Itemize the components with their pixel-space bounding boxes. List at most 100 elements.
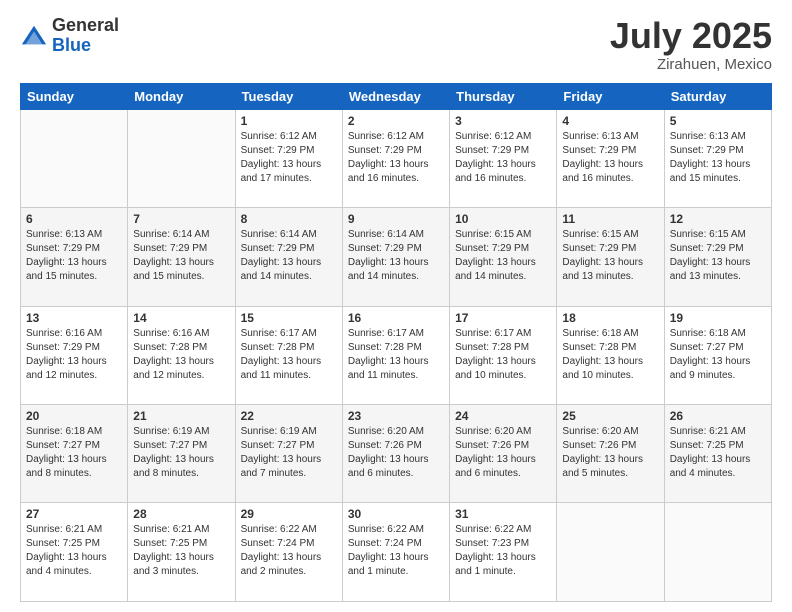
table-row: 17 Sunrise: 6:17 AM Sunset: 7:28 PM Dayli… — [450, 306, 557, 404]
day-number: 22 — [241, 409, 337, 423]
table-row: 2 Sunrise: 6:12 AM Sunset: 7:29 PM Daylig… — [342, 109, 449, 207]
calendar-week-row: 20 Sunrise: 6:18 AM Sunset: 7:27 PM Dayli… — [21, 405, 772, 503]
table-row: 29 Sunrise: 6:22 AM Sunset: 7:24 PM Dayli… — [235, 503, 342, 602]
table-row: 18Sunrise: 6:18 AM Sunset: 7:28 PM Dayli… — [557, 306, 664, 404]
header: General Blue July 2025 Zirahuen, Mexico — [20, 16, 772, 73]
day-info: Sunrise: 6:14 AM Sunset: 7:29 PM Dayligh… — [133, 228, 229, 284]
day-number: 19 — [670, 311, 766, 325]
day-number: 28 — [133, 507, 229, 521]
calendar-week-row: 1 Sunrise: 6:12 AM Sunset: 7:29 PM Daylig… — [21, 109, 772, 207]
calendar-week-row: 13Sunrise: 6:16 AM Sunset: 7:29 PM Dayli… — [21, 306, 772, 404]
table-row: 28 Sunrise: 6:21 AM Sunset: 7:25 PM Dayli… — [128, 503, 235, 602]
day-number: 11 — [562, 212, 658, 226]
col-saturday: Saturday — [664, 83, 771, 109]
day-number: 9 — [348, 212, 444, 226]
month-title: July 2025 — [610, 16, 772, 56]
day-info: Sunrise: 6:13 AM Sunset: 7:29 PM Dayligh… — [670, 130, 766, 186]
table-row: 22 Sunrise: 6:19 AM Sunset: 7:27 PM Dayli… — [235, 405, 342, 503]
day-info: Sunrise: 6:18 AM Sunset: 7:28 PM Dayligh… — [562, 327, 658, 383]
location-subtitle: Zirahuen, Mexico — [610, 56, 772, 73]
table-row: 31Sunrise: 6:22 AM Sunset: 7:23 PM Dayli… — [450, 503, 557, 602]
day-number: 30 — [348, 507, 444, 521]
day-number: 12 — [670, 212, 766, 226]
day-info: Sunrise: 6:12 AM Sunset: 7:29 PM Dayligh… — [348, 130, 444, 186]
table-row — [664, 503, 771, 602]
table-row: 5Sunrise: 6:13 AM Sunset: 7:29 PM Daylig… — [664, 109, 771, 207]
day-info: Sunrise: 6:20 AM Sunset: 7:26 PM Dayligh… — [455, 425, 551, 481]
day-number: 31 — [455, 507, 551, 521]
table-row: 20 Sunrise: 6:18 AM Sunset: 7:27 PM Dayli… — [21, 405, 128, 503]
day-info: Sunrise: 6:18 AM Sunset: 7:27 PM Dayligh… — [670, 327, 766, 383]
day-number: 29 — [241, 507, 337, 521]
table-row: 13Sunrise: 6:16 AM Sunset: 7:29 PM Dayli… — [21, 306, 128, 404]
table-row: 26Sunrise: 6:21 AM Sunset: 7:25 PM Dayli… — [664, 405, 771, 503]
day-info: Sunrise: 6:14 AM Sunset: 7:29 PM Dayligh… — [241, 228, 337, 284]
day-info: Sunrise: 6:17 AM Sunset: 7:28 PM Dayligh… — [455, 327, 551, 383]
table-row: 15 Sunrise: 6:17 AM Sunset: 7:28 PM Dayli… — [235, 306, 342, 404]
table-row: 9 Sunrise: 6:14 AM Sunset: 7:29 PM Daylig… — [342, 208, 449, 306]
page: General Blue July 2025 Zirahuen, Mexico … — [0, 0, 792, 612]
table-row: 7Sunrise: 6:14 AM Sunset: 7:29 PM Daylig… — [128, 208, 235, 306]
table-row: 11 Sunrise: 6:15 AM Sunset: 7:29 PM Dayli… — [557, 208, 664, 306]
day-info: Sunrise: 6:17 AM Sunset: 7:28 PM Dayligh… — [348, 327, 444, 383]
day-number: 13 — [26, 311, 122, 325]
day-number: 27 — [26, 507, 122, 521]
day-number: 6 — [26, 212, 122, 226]
day-number: 23 — [348, 409, 444, 423]
day-info: Sunrise: 6:20 AM Sunset: 7:26 PM Dayligh… — [562, 425, 658, 481]
table-row: 14 Sunrise: 6:16 AM Sunset: 7:28 PM Dayli… — [128, 306, 235, 404]
calendar-table: Sunday Monday Tuesday Wednesday Thursday… — [20, 83, 772, 602]
day-info: Sunrise: 6:14 AM Sunset: 7:29 PM Dayligh… — [348, 228, 444, 284]
day-info: Sunrise: 6:19 AM Sunset: 7:27 PM Dayligh… — [133, 425, 229, 481]
day-info: Sunrise: 6:21 AM Sunset: 7:25 PM Dayligh… — [26, 523, 122, 579]
table-row: 21Sunrise: 6:19 AM Sunset: 7:27 PM Dayli… — [128, 405, 235, 503]
logo-general: General — [52, 15, 119, 35]
day-info: Sunrise: 6:21 AM Sunset: 7:25 PM Dayligh… — [670, 425, 766, 481]
table-row — [128, 109, 235, 207]
calendar-week-row: 27 Sunrise: 6:21 AM Sunset: 7:25 PM Dayli… — [21, 503, 772, 602]
col-thursday: Thursday — [450, 83, 557, 109]
day-info: Sunrise: 6:13 AM Sunset: 7:29 PM Dayligh… — [562, 130, 658, 186]
table-row: 6Sunrise: 6:13 AM Sunset: 7:29 PM Daylig… — [21, 208, 128, 306]
table-row: 19 Sunrise: 6:18 AM Sunset: 7:27 PM Dayli… — [664, 306, 771, 404]
logo: General Blue — [20, 16, 119, 56]
day-info: Sunrise: 6:21 AM Sunset: 7:25 PM Dayligh… — [133, 523, 229, 579]
table-row: 3 Sunrise: 6:12 AM Sunset: 7:29 PM Daylig… — [450, 109, 557, 207]
day-info: Sunrise: 6:22 AM Sunset: 7:24 PM Dayligh… — [348, 523, 444, 579]
day-number: 4 — [562, 114, 658, 128]
day-number: 16 — [348, 311, 444, 325]
day-number: 8 — [241, 212, 337, 226]
day-info: Sunrise: 6:18 AM Sunset: 7:27 PM Dayligh… — [26, 425, 122, 481]
table-row: 10Sunrise: 6:15 AM Sunset: 7:29 PM Dayli… — [450, 208, 557, 306]
table-row: 23 Sunrise: 6:20 AM Sunset: 7:26 PM Dayli… — [342, 405, 449, 503]
table-row: 27 Sunrise: 6:21 AM Sunset: 7:25 PM Dayli… — [21, 503, 128, 602]
day-number: 14 — [133, 311, 229, 325]
day-info: Sunrise: 6:22 AM Sunset: 7:24 PM Dayligh… — [241, 523, 337, 579]
day-info: Sunrise: 6:12 AM Sunset: 7:29 PM Dayligh… — [455, 130, 551, 186]
table-row: 8 Sunrise: 6:14 AM Sunset: 7:29 PM Daylig… — [235, 208, 342, 306]
day-number: 2 — [348, 114, 444, 128]
table-row: 4 Sunrise: 6:13 AM Sunset: 7:29 PM Daylig… — [557, 109, 664, 207]
day-info: Sunrise: 6:15 AM Sunset: 7:29 PM Dayligh… — [562, 228, 658, 284]
day-info: Sunrise: 6:15 AM Sunset: 7:29 PM Dayligh… — [670, 228, 766, 284]
day-number: 1 — [241, 114, 337, 128]
day-info: Sunrise: 6:17 AM Sunset: 7:28 PM Dayligh… — [241, 327, 337, 383]
logo-text: General Blue — [52, 16, 119, 56]
day-number: 25 — [562, 409, 658, 423]
table-row — [21, 109, 128, 207]
day-info: Sunrise: 6:19 AM Sunset: 7:27 PM Dayligh… — [241, 425, 337, 481]
table-row: 30 Sunrise: 6:22 AM Sunset: 7:24 PM Dayli… — [342, 503, 449, 602]
col-friday: Friday — [557, 83, 664, 109]
day-number: 17 — [455, 311, 551, 325]
day-number: 20 — [26, 409, 122, 423]
day-info: Sunrise: 6:16 AM Sunset: 7:28 PM Dayligh… — [133, 327, 229, 383]
table-row: 24 Sunrise: 6:20 AM Sunset: 7:26 PM Dayli… — [450, 405, 557, 503]
day-info: Sunrise: 6:20 AM Sunset: 7:26 PM Dayligh… — [348, 425, 444, 481]
col-wednesday: Wednesday — [342, 83, 449, 109]
day-number: 24 — [455, 409, 551, 423]
day-number: 15 — [241, 311, 337, 325]
title-block: July 2025 Zirahuen, Mexico — [610, 16, 772, 73]
table-row: 1 Sunrise: 6:12 AM Sunset: 7:29 PM Daylig… — [235, 109, 342, 207]
day-number: 3 — [455, 114, 551, 128]
day-info: Sunrise: 6:12 AM Sunset: 7:29 PM Dayligh… — [241, 130, 337, 186]
